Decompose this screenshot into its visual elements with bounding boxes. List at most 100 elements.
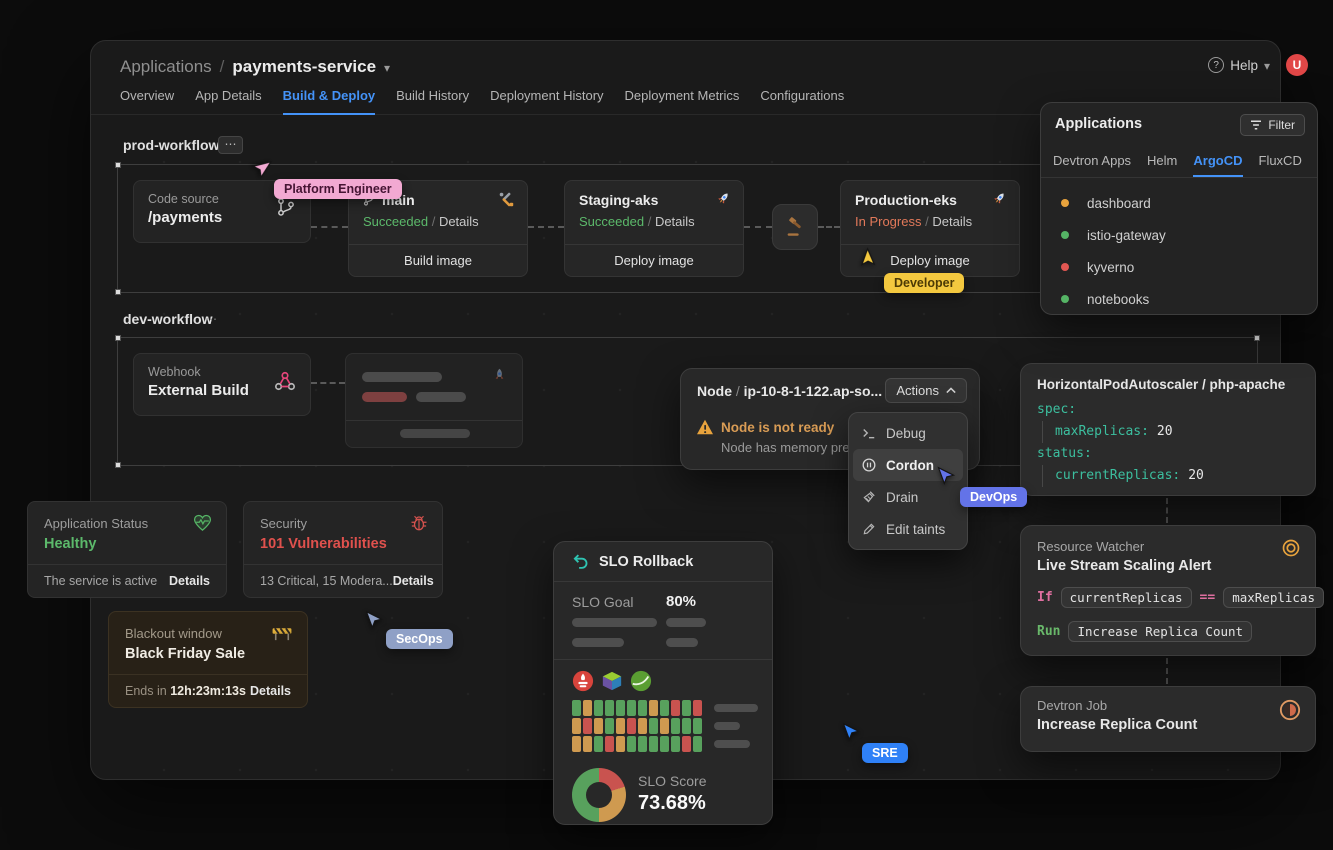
- node-actions-button[interactable]: Actions: [885, 378, 967, 403]
- tab-helm[interactable]: Helm: [1147, 153, 1177, 177]
- health-status: Healthy: [44, 536, 96, 552]
- breadcrumb: Applications / payments-service ▾: [120, 57, 390, 77]
- heatmap-cell: [671, 700, 680, 716]
- production-status: In Progress: [855, 214, 921, 229]
- heatmap-cell: [627, 700, 636, 716]
- job-label: Devtron Job: [1037, 698, 1299, 713]
- condition-right-chip[interactable]: maxReplicas: [1223, 587, 1324, 608]
- heatmap-cell: [594, 736, 603, 752]
- app-list-item[interactable]: istio-gateway: [1041, 219, 1317, 251]
- prod-workflow-title: prod-workflow: [123, 137, 219, 153]
- filter-button[interactable]: Filter: [1240, 114, 1305, 136]
- heatmap-cell: [616, 718, 625, 734]
- status-footer-text: The service is active: [44, 574, 157, 588]
- heatmap-cell: [649, 718, 658, 734]
- tab-build-history[interactable]: Build History: [396, 88, 469, 114]
- panel-connector: [1166, 658, 1168, 684]
- security-card-label: Security: [260, 516, 307, 531]
- cursor-developer: Developer: [858, 250, 878, 275]
- resize-handle[interactable]: [115, 462, 121, 468]
- yaml-line: maxReplicas:20: [1042, 421, 1299, 443]
- divider: [346, 420, 522, 421]
- resize-handle[interactable]: [115, 162, 121, 168]
- tab-deployment-metrics[interactable]: Deployment Metrics: [625, 88, 740, 114]
- slo-score-label: SLO Score: [638, 773, 706, 789]
- chevron-up-icon: [946, 387, 956, 394]
- pending-pipeline-card[interactable]: [345, 353, 523, 448]
- cursor-devops: DevOps: [936, 466, 956, 491]
- details-link[interactable]: Details: [169, 574, 210, 588]
- slo-panel-header: SLO Rollback: [554, 542, 772, 582]
- resize-handle[interactable]: [115, 335, 121, 341]
- tab-deployment-history[interactable]: Deployment History: [490, 88, 603, 114]
- details-link[interactable]: Details: [393, 574, 434, 588]
- heatmap-cell: [682, 736, 691, 752]
- help-menu[interactable]: ? Help ▾: [1208, 57, 1270, 73]
- tab-fluxcd[interactable]: FluxCD: [1259, 153, 1302, 177]
- resize-handle[interactable]: [1254, 335, 1260, 341]
- skeleton-bar: [714, 740, 750, 748]
- build-image-action[interactable]: Build image: [349, 244, 527, 276]
- app-list-item[interactable]: dashboard: [1041, 187, 1317, 219]
- blackout-window-card[interactable]: Blackout window Black Friday Sale Ends i…: [108, 611, 308, 708]
- pointer-icon: [249, 157, 273, 181]
- heatmap-cell: [594, 718, 603, 734]
- slo-goal-value: 80%: [666, 593, 696, 610]
- slo-score-donut: [572, 768, 626, 822]
- status-dot: [1061, 199, 1069, 207]
- skeleton-bar: [416, 392, 466, 402]
- tab-app-details[interactable]: App Details: [195, 88, 261, 114]
- security-card[interactable]: Security 101 Vulnerabilities 13 Critical…: [243, 501, 443, 598]
- heatmap-cell: [693, 736, 702, 752]
- staging-pipeline-card[interactable]: Staging-aks Succeeded / Details Deploy i…: [564, 180, 744, 277]
- heatmap-cell: [616, 700, 625, 716]
- cursor-secops: SecOps: [364, 610, 384, 635]
- breadcrumb-root[interactable]: Applications: [120, 57, 212, 77]
- heatmap-cell: [660, 736, 669, 752]
- pipeline-connector: [744, 226, 772, 228]
- menu-item-debug[interactable]: Debug: [853, 417, 963, 449]
- cube-icon: [601, 670, 623, 692]
- staging-details-link[interactable]: Details: [655, 214, 695, 229]
- devtron-job-panel[interactable]: Devtron Job Increase Replica Count: [1020, 686, 1316, 752]
- avatar[interactable]: U: [1286, 54, 1308, 76]
- tab-build-deploy[interactable]: Build & Deploy: [283, 88, 375, 115]
- tab-argocd[interactable]: ArgoCD: [1193, 153, 1242, 177]
- countdown-timer: 12h:23m:13s: [170, 684, 246, 698]
- breadcrumb-app-name: payments-service: [232, 57, 376, 77]
- applications-tabs: Devtron Apps Helm ArgoCD FluxCD: [1053, 153, 1302, 177]
- heatmap-cell: [583, 736, 592, 752]
- details-link[interactable]: Details: [250, 684, 291, 698]
- tab-devtron-apps[interactable]: Devtron Apps: [1053, 153, 1131, 177]
- tab-configurations[interactable]: Configurations: [760, 88, 844, 114]
- prod-workflow-menu-button[interactable]: ⋯: [218, 136, 243, 154]
- condition-left-chip[interactable]: currentReplicas: [1061, 587, 1192, 608]
- heatmap-cell: [616, 736, 625, 752]
- resize-handle[interactable]: [115, 289, 121, 295]
- app-list-item[interactable]: kyverno: [1041, 251, 1317, 283]
- cursor-label-developer: Developer: [884, 273, 964, 293]
- construction-barrier-icon: [271, 624, 293, 642]
- approval-gate[interactable]: [772, 204, 818, 250]
- tab-overview[interactable]: Overview: [120, 88, 174, 114]
- run-target-chip[interactable]: Increase Replica Count: [1068, 621, 1252, 642]
- application-status-card[interactable]: Application Status Healthy The service i…: [27, 501, 227, 598]
- heatmap-cell: [638, 736, 647, 752]
- webhook-card[interactable]: Webhook External Build: [133, 353, 311, 416]
- pencil-icon: [862, 522, 876, 536]
- help-icon: ?: [1208, 57, 1224, 73]
- app-list-item[interactable]: notebooks: [1041, 283, 1317, 315]
- pipeline-connector: [311, 382, 345, 384]
- build-details-link[interactable]: Details: [439, 214, 479, 229]
- green-sphere-icon: [630, 670, 652, 692]
- staging-deploy-action[interactable]: Deploy image: [565, 244, 743, 276]
- dev-workflow-menu-button[interactable]: ⋯: [205, 312, 218, 326]
- watcher-condition-row: If currentReplicas == maxReplicas: [1037, 587, 1299, 608]
- chevron-down-icon[interactable]: ▾: [384, 61, 390, 75]
- production-details-link[interactable]: Details: [932, 214, 972, 229]
- heatmap-cell: [638, 718, 647, 734]
- terminal-icon: [862, 426, 876, 440]
- menu-item-edit-taints[interactable]: Edit taints: [853, 513, 963, 545]
- gavel-icon: [784, 216, 806, 238]
- skeleton-bar: [572, 638, 624, 647]
